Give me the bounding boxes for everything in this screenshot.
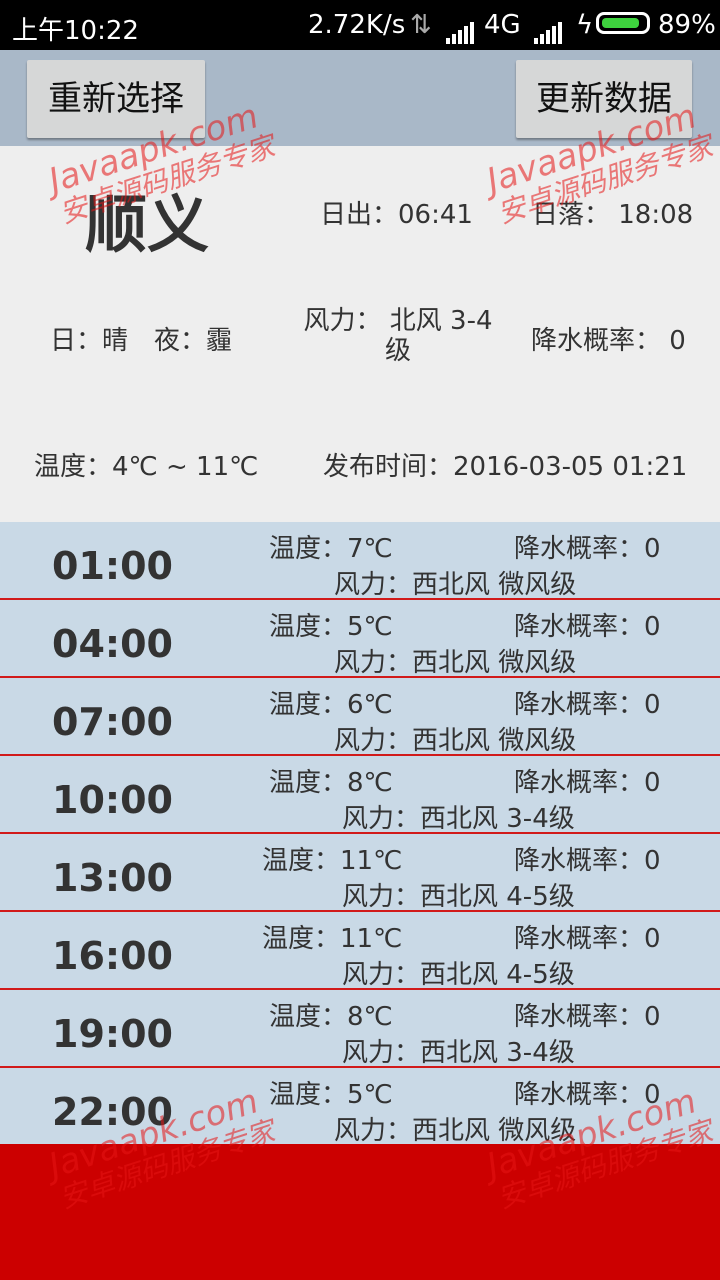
- forecast-temp: 温度：11℃: [262, 846, 403, 876]
- wind-level: 风力： 北风 3-4级: [303, 306, 493, 366]
- status-speed: 2.72K/s: [308, 10, 406, 40]
- forecast-time: 04:00: [52, 622, 173, 666]
- forecast-wind: 风力：西北风 微风级: [334, 570, 577, 600]
- forecast-temp: 温度：6℃: [269, 690, 393, 720]
- signal-icon-2: [534, 14, 564, 44]
- forecast-row[interactable]: 07:00 温度：6℃ 降水概率：0 风力：西北风 微风级: [0, 678, 720, 756]
- forecast-row[interactable]: 13:00 温度：11℃ 降水概率：0 风力：西北风 4-5级: [0, 834, 720, 912]
- forecast-row[interactable]: 01:00 温度：7℃ 降水概率：0 风力：西北风 微风级: [0, 522, 720, 600]
- forecast-rain: 降水概率：0: [514, 924, 661, 954]
- forecast-wind: 风力：西北风 3-4级: [342, 804, 575, 834]
- forecast-wind: 风力：西北风 微风级: [334, 648, 577, 678]
- refresh-data-button[interactable]: 更新数据: [516, 60, 692, 138]
- forecast-temp: 温度：8℃: [269, 1002, 393, 1032]
- forecast-rain: 降水概率：0: [514, 1002, 661, 1032]
- hourly-forecast-list: 01:00 温度：7℃ 降水概率：0 风力：西北风 微风级 04:00 温度：5…: [0, 522, 720, 1146]
- forecast-temp: 温度：7℃: [269, 534, 393, 564]
- forecast-row[interactable]: 19:00 温度：8℃ 降水概率：0 风力：西北风 3-4级: [0, 990, 720, 1068]
- forecast-row[interactable]: 22:00 温度：5℃ 降水概率：0 风力：西北风 微风级: [0, 1068, 720, 1146]
- network-type: 4G: [484, 10, 521, 40]
- forecast-temp: 温度：5℃: [269, 612, 393, 642]
- signal-icon: [446, 14, 476, 44]
- forecast-row[interactable]: 16:00 温度：11℃ 降水概率：0 风力：西北风 4-5级: [0, 912, 720, 990]
- forecast-rain: 降水概率：0: [514, 612, 661, 642]
- forecast-time: 07:00: [52, 700, 173, 744]
- day-night-weather: 日：晴 夜：霾: [50, 326, 233, 356]
- sunrise-time: 日出：06:41: [320, 200, 473, 230]
- forecast-temp: 温度：11℃: [262, 924, 403, 954]
- weather-summary: 顺义 日出：06:41 日落： 18:08 日：晴 夜：霾 风力： 北风 3-4…: [0, 146, 720, 522]
- data-transfer-icon: ⇅: [410, 10, 432, 40]
- reselect-button[interactable]: 重新选择: [27, 60, 205, 138]
- forecast-wind: 风力：西北风 微风级: [334, 1116, 577, 1146]
- forecast-rain: 降水概率：0: [514, 846, 661, 876]
- battery-icon: [596, 12, 650, 34]
- forecast-temp: 温度：8℃: [269, 768, 393, 798]
- forecast-time: 13:00: [52, 856, 173, 900]
- sunset-time: 日落： 18:08: [532, 200, 694, 230]
- battery-percent: 89%: [658, 10, 716, 40]
- forecast-time: 19:00: [52, 1012, 173, 1056]
- forecast-wind: 风力：西北风 微风级: [334, 726, 577, 756]
- forecast-time: 01:00: [52, 544, 173, 588]
- forecast-rain: 降水概率：0: [514, 1080, 661, 1110]
- forecast-wind: 风力：西北风 4-5级: [342, 882, 575, 912]
- rain-probability: 降水概率： 0: [531, 326, 686, 356]
- forecast-time: 16:00: [52, 934, 173, 978]
- temperature-range: 温度：4℃ ~ 11℃: [34, 452, 259, 482]
- forecast-time: 22:00: [52, 1090, 173, 1134]
- forecast-wind: 风力：西北风 4-5级: [342, 960, 575, 990]
- publish-time: 发布时间：2016-03-05 01:21: [323, 452, 688, 482]
- status-time: 上午10:22: [12, 16, 139, 46]
- forecast-row[interactable]: 10:00 温度：8℃ 降水概率：0 风力：西北风 3-4级: [0, 756, 720, 834]
- forecast-temp: 温度：5℃: [269, 1080, 393, 1110]
- forecast-time: 10:00: [52, 778, 173, 822]
- forecast-wind: 风力：西北风 3-4级: [342, 1038, 575, 1068]
- charging-icon: ϟ: [576, 10, 594, 40]
- status-bar: 上午10:22 2.72K/s ⇅ 4G ϟ 89%: [0, 0, 720, 50]
- forecast-rain: 降水概率：0: [514, 690, 661, 720]
- forecast-rain: 降水概率：0: [514, 768, 661, 798]
- action-bar: 重新选择 更新数据: [0, 50, 720, 146]
- city-name: 顺义: [85, 188, 210, 261]
- forecast-rain: 降水概率：0: [514, 534, 661, 564]
- forecast-row[interactable]: 04:00 温度：5℃ 降水概率：0 风力：西北风 微风级: [0, 600, 720, 678]
